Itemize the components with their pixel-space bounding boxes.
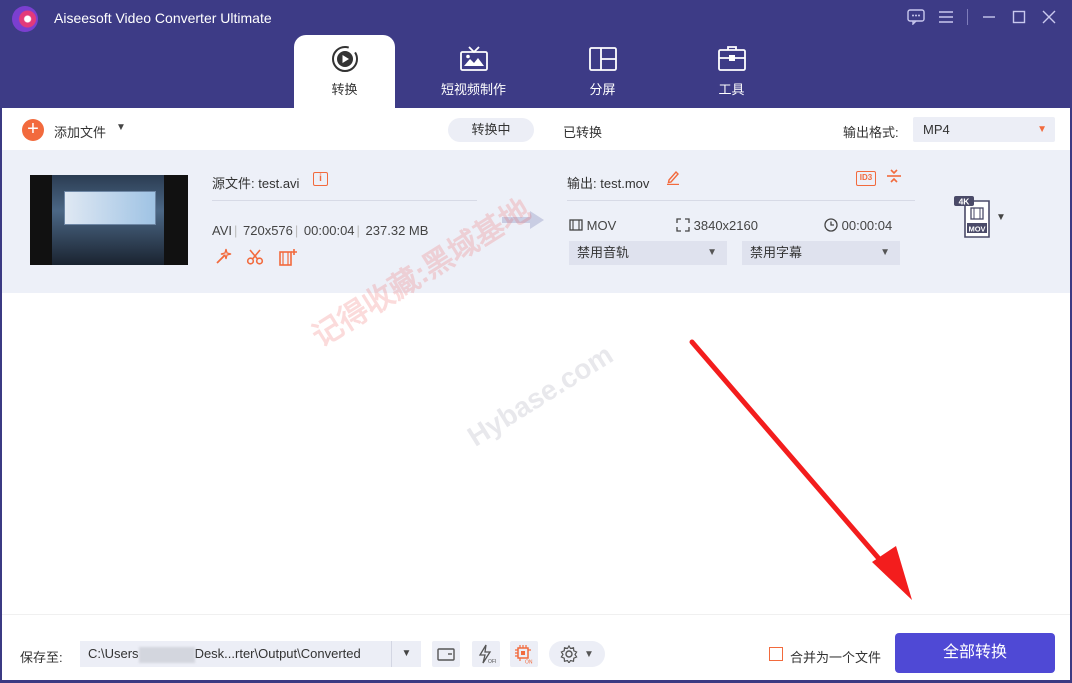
tab-split-screen[interactable]: 分屏 xyxy=(552,35,653,108)
output-divider xyxy=(567,200,915,201)
subtitle-select[interactable]: 禁用字幕 ▼ xyxy=(742,241,900,265)
title-divider xyxy=(967,9,968,25)
tv-icon xyxy=(459,44,489,74)
gear-icon xyxy=(560,645,578,663)
source-format: AVI xyxy=(212,223,232,238)
settings-button[interactable]: ▼ xyxy=(549,641,605,667)
main-tabs: 转换 短视频制作 分屏 工具 xyxy=(294,35,810,108)
split-icon[interactable] xyxy=(886,168,902,189)
source-file-name: test.avi xyxy=(258,176,300,191)
resize-icon xyxy=(676,218,694,233)
chevron-down-icon[interactable]: ▼ xyxy=(996,212,1006,223)
blurred-username xyxy=(138,646,195,663)
tab-convert[interactable]: 转换 xyxy=(294,35,395,108)
path-suffix: Desk...rter\Output\Converted xyxy=(194,646,361,661)
subtitle-value: 禁用字幕 xyxy=(750,245,803,260)
lightning-off-icon: OFF xyxy=(478,644,496,664)
thumbnail-preview xyxy=(64,191,156,225)
segment-converting[interactable]: 转换中 xyxy=(448,118,534,142)
chip-on-icon: ON xyxy=(515,645,533,665)
split-screen-icon xyxy=(588,44,618,74)
tab-short-video-label: 短视频制作 xyxy=(440,82,506,97)
output-format-label: 输出格式: xyxy=(843,125,899,140)
annotation-arrow xyxy=(689,339,912,600)
output-format: MOV xyxy=(586,218,617,233)
source-meta: AVI | 720x576 | 00:00:04 | 237.32 MB xyxy=(212,223,429,238)
tab-tools-label: 工具 xyxy=(718,82,745,97)
svg-text:OFF: OFF xyxy=(488,659,496,664)
tab-split-screen-label: 分屏 xyxy=(589,82,616,97)
clock-icon xyxy=(824,218,842,233)
maximize-icon[interactable] xyxy=(1004,6,1034,28)
add-file-label[interactable]: 添加文件 xyxy=(54,122,106,141)
tab-short-video[interactable]: 短视频制作 xyxy=(423,35,524,108)
merge-checkbox[interactable] xyxy=(769,647,783,661)
info-icon[interactable]: i xyxy=(313,172,328,186)
edit-video-icon[interactable] xyxy=(278,248,298,271)
toolbox-icon xyxy=(717,44,747,74)
chevron-down-icon: ▼ xyxy=(880,247,890,258)
window-controls xyxy=(901,6,1064,28)
id3-tag-icon[interactable]: ID3 xyxy=(856,171,876,186)
path-prefix: C:\Users xyxy=(88,646,139,661)
audio-track-value: 禁用音轨 xyxy=(577,245,630,260)
tab-convert-label: 转换 xyxy=(331,82,358,97)
convert-toolbar: + 添加文件 ▼ 转换中 已转换 输出格式: MP4 ▼ xyxy=(2,108,1070,150)
add-file-dropdown-icon[interactable]: ▼ xyxy=(116,122,126,133)
add-file-button[interactable]: + xyxy=(22,119,44,141)
chevron-down-icon[interactable]: ▼ xyxy=(391,641,421,667)
magic-wand-icon[interactable] xyxy=(214,248,232,271)
app-logo-icon xyxy=(12,6,38,32)
audio-track-select[interactable]: 禁用音轨 ▼ xyxy=(569,241,727,265)
output-duration-info: 00:00:04 xyxy=(824,218,892,233)
scissors-icon[interactable] xyxy=(246,248,264,271)
source-file: 源文件: test.avi xyxy=(212,173,299,192)
output-format-info: MOV xyxy=(569,218,616,233)
source-divider xyxy=(212,200,477,201)
source-duration: 00:00:04 xyxy=(303,223,355,238)
output-format-value: MP4 xyxy=(923,122,950,137)
output-resolution: 3840x2160 xyxy=(693,218,758,233)
output-duration: 00:00:04 xyxy=(841,218,893,233)
merge-label[interactable]: 合并为一个文件 xyxy=(790,647,881,666)
menu-icon[interactable] xyxy=(931,6,961,28)
svg-text:ON: ON xyxy=(525,660,533,665)
open-folder-button[interactable] xyxy=(432,641,460,667)
output-path-select[interactable]: C:\Users Desk...rter\Output\Converted ▼ xyxy=(80,641,421,667)
app-title: Aiseesoft Video Converter Ultimate xyxy=(54,10,272,26)
hardware-accel-off-button[interactable]: OFF xyxy=(472,641,500,667)
video-thumbnail[interactable] xyxy=(30,175,188,265)
save-to-label: 保存至: xyxy=(20,650,63,665)
badge-bottom-text: MOV xyxy=(968,225,985,234)
gpu-accel-on-button[interactable]: ON xyxy=(510,641,538,667)
edit-tools xyxy=(214,248,298,271)
title-bar: Aiseesoft Video Converter Ultimate 转换 短视… xyxy=(0,0,1072,108)
convert-icon xyxy=(330,44,360,74)
output-format-badge-icon[interactable]: 4K MOV xyxy=(953,195,995,241)
minimize-icon[interactable] xyxy=(974,6,1004,28)
thumbnail-image xyxy=(52,175,164,265)
output-format-select[interactable]: MP4 ▼ xyxy=(913,117,1055,142)
source-file-label: 源文件: xyxy=(212,176,255,191)
bottom-bar: 保存至: C:\Users Desk...rter\Output\Converte… xyxy=(2,614,1070,680)
folder-icon xyxy=(437,648,455,661)
source-resolution: 720x576 xyxy=(243,223,293,238)
main-content: + 添加文件 ▼ 转换中 已转换 输出格式: MP4 ▼ 源文件: test.a… xyxy=(2,108,1070,680)
film-icon xyxy=(569,218,587,233)
source-size: 237.32 MB xyxy=(365,223,429,238)
chevron-down-icon: ▼ xyxy=(584,648,594,660)
rename-pen-icon[interactable] xyxy=(666,170,680,188)
badge-top-text: 4K xyxy=(959,197,971,207)
chevron-down-icon: ▼ xyxy=(707,247,717,258)
watermark-site: Hybase.com xyxy=(462,338,619,453)
close-icon[interactable] xyxy=(1034,6,1064,28)
chevron-down-icon: ▼ xyxy=(1037,124,1047,135)
output-resolution-info: 3840x2160 xyxy=(676,218,758,233)
convert-all-button[interactable]: 全部转换 xyxy=(895,633,1055,673)
feedback-icon[interactable] xyxy=(901,6,931,28)
tab-tools[interactable]: 工具 xyxy=(681,35,782,108)
